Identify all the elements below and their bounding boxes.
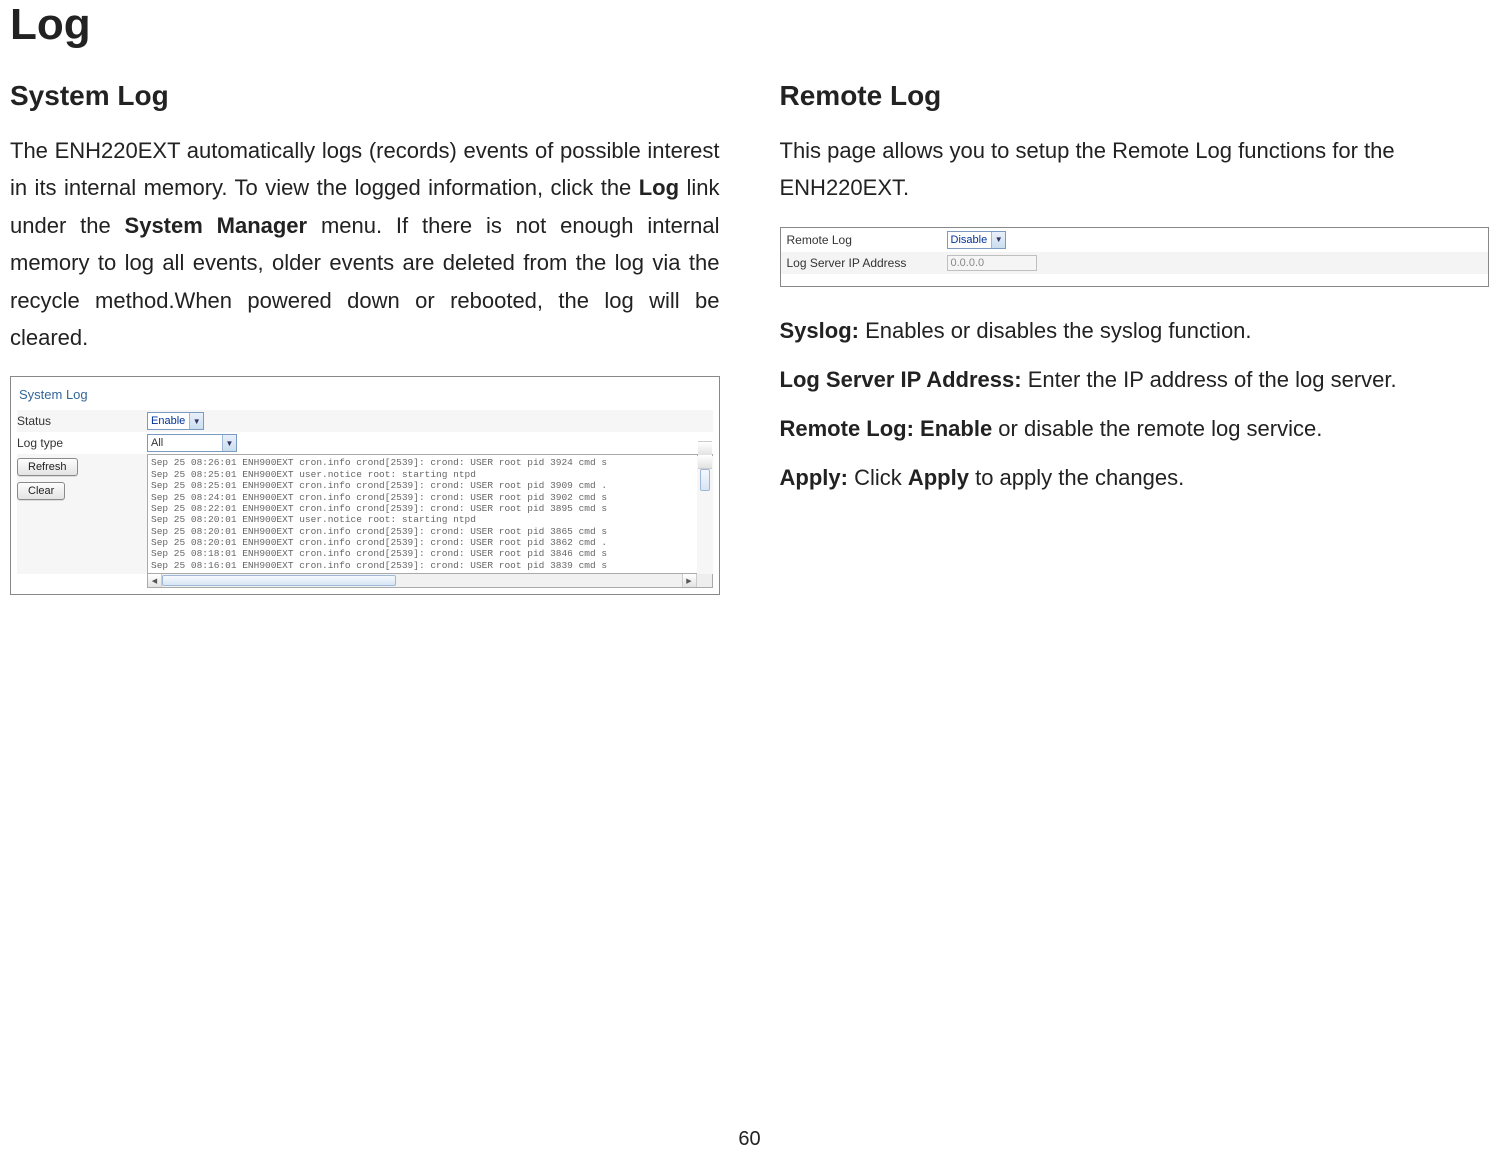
chevron-down-icon: ▼	[222, 435, 236, 451]
remote-log-row: Remote Log Disable ▼	[781, 228, 1489, 252]
logtype-label: Log type	[17, 436, 147, 450]
log-line: Sep 25 08:18:01 ENH900EXT cron.info cron…	[151, 548, 694, 559]
log-server-ip-definition: Log Server IP Address: Enter the IP addr…	[780, 362, 1490, 397]
scroll-right-icon[interactable]: ▶	[682, 574, 696, 587]
log-line: Sep 25 08:26:01 ENH900EXT cron.info cron…	[151, 457, 694, 468]
scroll-track[interactable]	[162, 574, 682, 587]
syslog-logtype-row: Log type All ▼	[17, 432, 713, 454]
remote-log-definition: Remote Log: Enable or disable the remote…	[780, 411, 1490, 446]
apply-definition: Apply: Click Apply to apply the changes.	[780, 460, 1490, 495]
apply-bold: Apply	[908, 465, 969, 490]
log-line: Sep 25 08:20:01 ENH900EXT cron.info cron…	[151, 526, 694, 537]
term: Syslog:	[780, 318, 859, 343]
remote-log-select-value: Disable	[951, 234, 988, 246]
log-server-ip-label: Log Server IP Address	[787, 256, 947, 270]
status-select-value: Enable	[151, 415, 185, 427]
chevron-down-icon: ▼	[189, 413, 203, 429]
scroll-left-icon[interactable]: ◀	[148, 574, 162, 587]
system-log-heading: System Log	[10, 80, 720, 112]
horizontal-scrollbar[interactable]: ◀ ▶	[147, 574, 713, 588]
vertical-scrollbar[interactable]	[697, 454, 713, 456]
definition-text: or disable the remote log service.	[992, 416, 1322, 441]
text-bold-system-manager: System Manager	[125, 213, 308, 238]
logtype-select[interactable]: All ▼	[147, 434, 237, 452]
definition-text: Click	[848, 465, 908, 490]
syslog-buttons: Refresh Clear	[17, 454, 147, 502]
scroll-thumb[interactable]	[162, 575, 396, 586]
remote-log-select[interactable]: Disable ▼	[947, 231, 1007, 249]
text-bold-log: Log	[639, 175, 679, 200]
left-column: System Log The ENH220EXT automatically l…	[10, 80, 720, 595]
log-line: Sep 25 08:20:01 ENH900EXT user.notice ro…	[151, 514, 694, 525]
remote-log-label: Remote Log	[787, 233, 947, 247]
log-line: Sep 25 08:24:01 ENH900EXT cron.info cron…	[151, 492, 694, 503]
log-line: Sep 25 08:22:01 ENH900EXT cron.info cron…	[151, 503, 694, 514]
remote-log-heading: Remote Log	[780, 80, 1490, 112]
chevron-down-icon: ▼	[991, 232, 1005, 248]
logtype-select-value: All	[151, 437, 218, 449]
log-textbox[interactable]: Sep 25 08:26:01 ENH900EXT cron.info cron…	[147, 454, 697, 574]
system-log-intro: The ENH220EXT automatically logs (record…	[10, 132, 720, 356]
log-line: Sep 25 08:25:01 ENH900EXT user.notice ro…	[151, 469, 694, 480]
definition-text: Enter the IP address of the log server.	[1022, 367, 1397, 392]
log-server-ip-input[interactable]: 0.0.0.0	[947, 255, 1037, 271]
log-line: Sep 25 08:20:01 ENH900EXT cron.info cron…	[151, 537, 694, 548]
log-line: Sep 25 08:16:01 ENH900EXT cron.info cron…	[151, 560, 694, 571]
log-server-ip-row: Log Server IP Address 0.0.0.0	[781, 252, 1489, 274]
syslog-definition: Syslog: Enables or disables the syslog f…	[780, 313, 1490, 348]
scroll-thumb[interactable]	[700, 469, 710, 491]
scroll-corner	[696, 574, 712, 587]
remote-log-intro: This page allows you to setup the Remote…	[780, 132, 1490, 207]
right-column: Remote Log This page allows you to setup…	[780, 80, 1490, 595]
page-number: 60	[0, 1128, 1499, 1151]
syslog-content-row: Refresh Clear Sep 25 08:26:01 ENH900EXT …	[17, 454, 713, 574]
status-label: Status	[17, 414, 147, 428]
clear-button[interactable]: Clear	[17, 482, 65, 500]
log-line: Sep 25 08:25:01 ENH900EXT cron.info cron…	[151, 480, 694, 491]
text: The ENH220EXT automatically logs (record…	[10, 138, 720, 200]
syslog-status-row: Status Enable ▼	[17, 410, 713, 432]
refresh-button[interactable]: Refresh	[17, 458, 78, 476]
page-title: Log	[10, 0, 1489, 50]
term: Log Server IP Address:	[780, 367, 1022, 392]
definition-text: Enables or disables the syslog function.	[859, 318, 1252, 343]
syslog-header: System Log	[17, 383, 713, 410]
definition-text: to apply the changes.	[969, 465, 1184, 490]
term: Remote Log: Enable	[780, 416, 993, 441]
system-log-screenshot: System Log Status Enable ▼ Log type All …	[10, 376, 720, 595]
term: Apply:	[780, 465, 848, 490]
status-select[interactable]: Enable ▼	[147, 412, 204, 430]
remote-log-screenshot: Remote Log Disable ▼ Log Server IP Addre…	[780, 227, 1490, 287]
